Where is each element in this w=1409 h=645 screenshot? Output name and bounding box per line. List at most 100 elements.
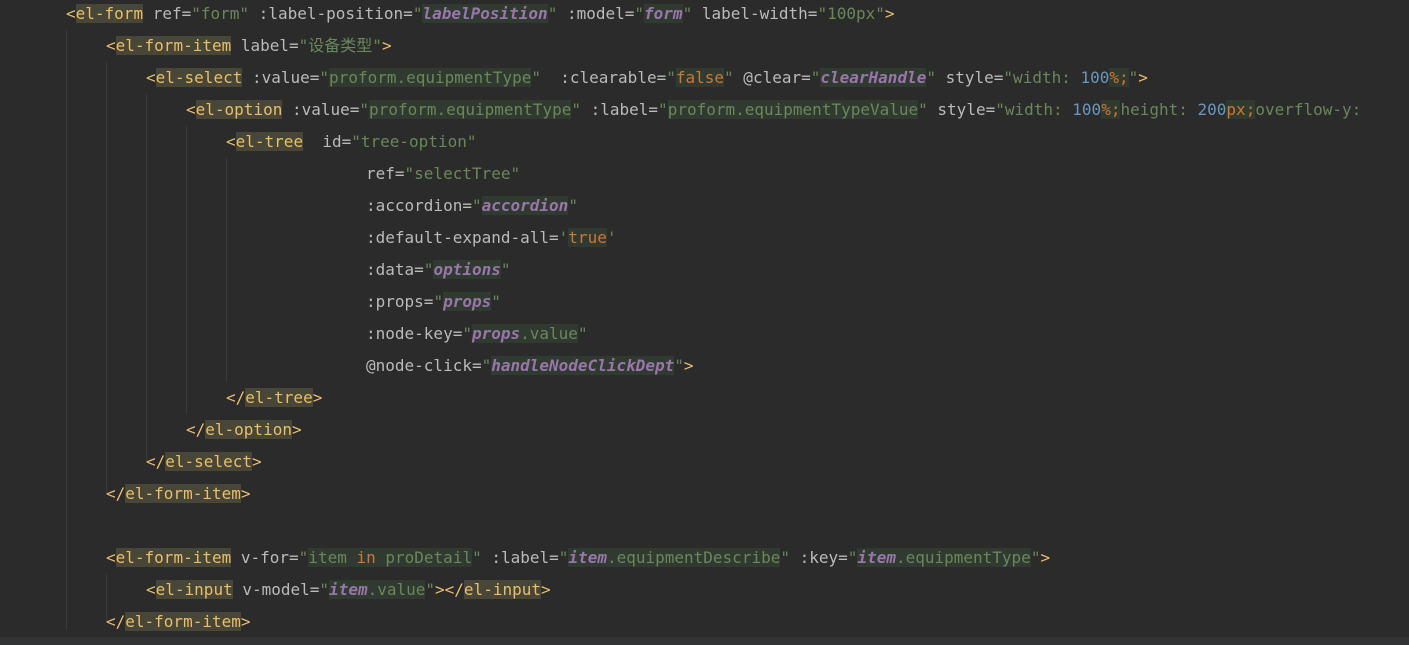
indent-guide [146, 94, 147, 462]
code-token: </ [106, 484, 126, 503]
code-token: el-form-item [125, 612, 241, 631]
code-token: label= [231, 36, 299, 55]
code-token: " [658, 100, 668, 119]
code-line[interactable]: <el-tree id="tree-option" [226, 126, 476, 158]
code-token: "form" [191, 4, 250, 23]
code-token: item [329, 580, 368, 599]
code-token: " [780, 548, 790, 567]
code-token: @clear= [733, 68, 811, 87]
code-token: " [1128, 68, 1139, 87]
code-token: label-width= [692, 4, 818, 23]
code-line[interactable]: </el-form-item> [106, 606, 251, 638]
code-token: el-form-item [115, 36, 232, 55]
code-token: " [298, 548, 309, 567]
code-token: < [146, 68, 156, 87]
horizontal-scrollbar[interactable] [0, 637, 1409, 645]
code-line[interactable]: ref="selectTree" [366, 158, 520, 190]
code-token: accordion [481, 196, 569, 215]
code-line[interactable]: :props="props" [366, 286, 501, 318]
code-token: el-select [165, 452, 252, 471]
code-token: :value= [242, 68, 320, 87]
code-token: item [857, 548, 896, 567]
code-token: :label= [481, 548, 559, 567]
code-token: < [106, 36, 116, 55]
code-token: " [674, 356, 684, 375]
code-token: el-input [463, 580, 541, 599]
code-line[interactable]: </el-form-item> [106, 478, 251, 510]
code-token: > [683, 356, 694, 375]
code-token: el-form [75, 4, 144, 23]
code-token: < [66, 4, 76, 23]
code-line[interactable]: <el-input v-model="item.value"></el-inpu… [146, 574, 551, 606]
code-token: :clearable= [540, 68, 667, 87]
code-token: " [412, 4, 423, 23]
code-token: item [308, 548, 357, 567]
code-token: false [675, 68, 725, 87]
code-token: ></ [435, 580, 464, 599]
code-line[interactable]: </el-select> [146, 446, 262, 478]
code-token: " [423, 260, 434, 279]
code-token: < [146, 580, 156, 599]
code-line[interactable]: @node-click="handleNodeClickDept"> [366, 350, 694, 382]
code-line[interactable]: <el-select :value="proform.equipmentType… [146, 62, 1148, 94]
code-token: "width: [1003, 68, 1081, 87]
code-token: overflow-y: [1255, 100, 1362, 119]
code-token: true [568, 228, 607, 247]
code-token: :data= [366, 260, 424, 279]
code-token: " [425, 580, 436, 599]
code-token: proDetail [375, 548, 473, 567]
code-token: " [500, 260, 511, 279]
code-token: labelPosition [422, 4, 548, 23]
code-token: </ [226, 388, 246, 407]
code-token: clearHandle [820, 68, 927, 87]
code-token: > [251, 452, 262, 471]
code-token: > [884, 4, 895, 23]
code-token: > [240, 484, 251, 503]
code-token: .value [367, 580, 426, 599]
code-token: :value= [282, 100, 360, 119]
code-line[interactable]: <el-form ref="form" :label-position="lab… [66, 0, 895, 30]
code-token: > [381, 36, 392, 55]
code-line[interactable]: <el-option :value="proform.equipmentType… [186, 94, 1361, 126]
code-token: el-input [155, 580, 233, 599]
code-token: el-option [205, 420, 292, 439]
code-line[interactable]: </el-option> [186, 414, 302, 446]
code-token: " [571, 100, 581, 119]
code-token: height: [1120, 100, 1198, 119]
code-token: " [472, 548, 482, 567]
code-token: "selectTree" [404, 164, 521, 183]
code-line[interactable]: :accordion="accordion" [366, 190, 578, 222]
code-line[interactable]: :default-expand-all='true' [366, 222, 616, 254]
code-token: " [724, 68, 734, 87]
code-line[interactable]: <el-form-item v-for="item in proDetail" … [106, 542, 1050, 574]
code-token: :model= [557, 4, 635, 23]
code-line[interactable]: <el-form-item label="设备类型"> [106, 30, 392, 62]
code-token: </ [186, 420, 206, 439]
code-token: 100 [1072, 100, 1102, 119]
code-token: px; [1226, 100, 1256, 119]
code-token: " [666, 68, 676, 87]
code-token: < [186, 100, 196, 119]
code-token: "设备类型" [298, 36, 382, 55]
code-token: v-model= [232, 580, 320, 599]
code-token: " [547, 4, 558, 23]
code-token: ' [606, 228, 617, 247]
code-editor[interactable]: <el-form ref="form" :label-position="lab… [0, 0, 1409, 645]
code-token: :default-expand-all= [366, 228, 559, 247]
indent-guide [66, 30, 67, 630]
code-token: %; [1109, 68, 1129, 87]
code-token: " [471, 196, 482, 215]
code-token: " [491, 292, 501, 311]
code-line[interactable]: :data="options" [366, 254, 511, 286]
code-token: < [226, 132, 236, 151]
code-token: :label= [580, 100, 659, 119]
code-token: props [443, 292, 492, 311]
code-token: " [634, 4, 645, 23]
code-token: .equipmentType [895, 548, 1031, 567]
code-token: " [568, 196, 578, 215]
code-token: " [926, 68, 936, 87]
code-token: in [356, 548, 376, 567]
code-line[interactable]: </el-tree> [226, 382, 322, 414]
code-token: proform.equipmentTypeValue [667, 100, 919, 119]
code-line[interactable]: :node-key="props.value" [366, 318, 588, 350]
